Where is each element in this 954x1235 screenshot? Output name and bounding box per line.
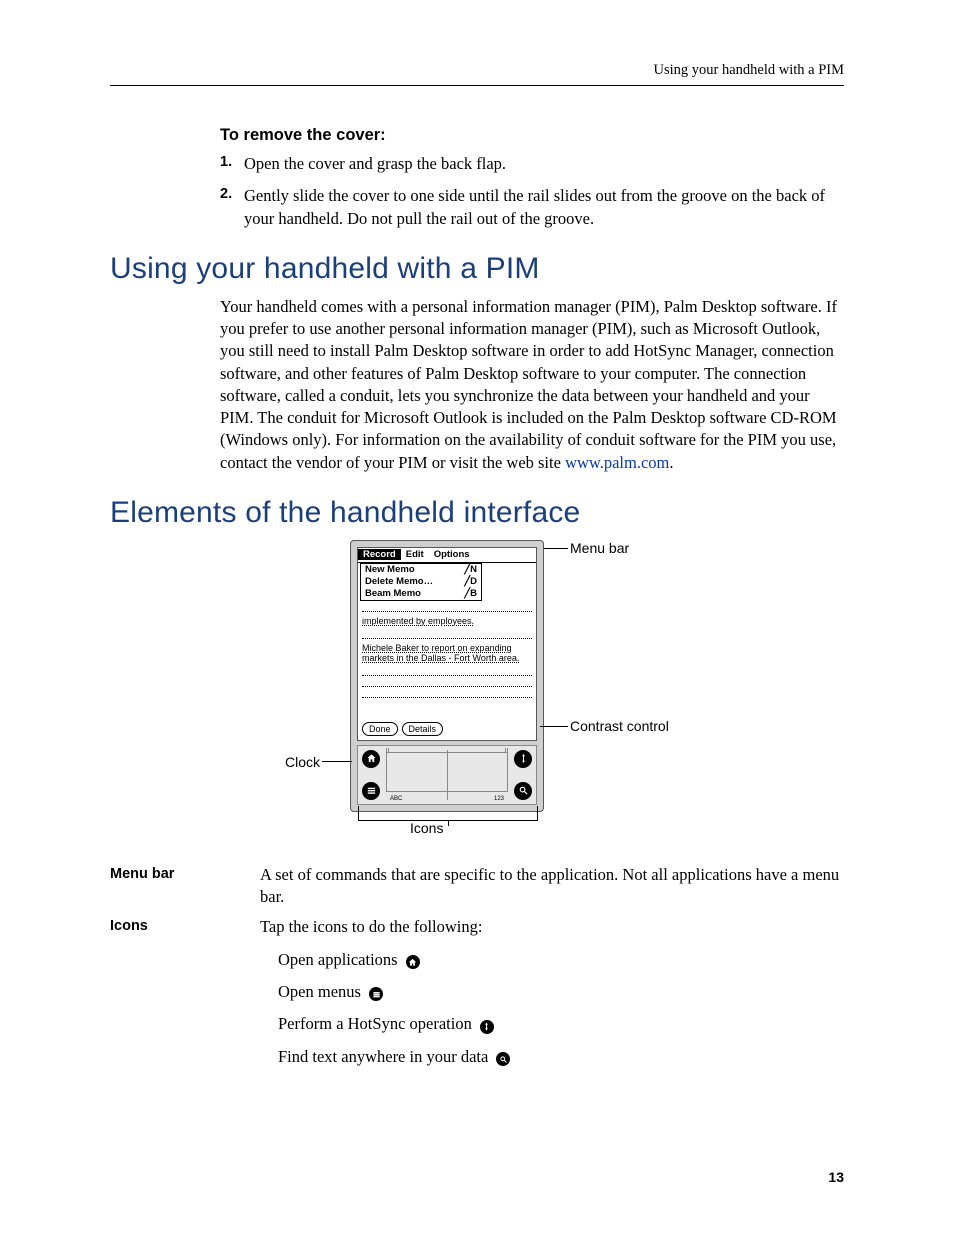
callout-icons: Icons [410, 820, 443, 837]
pim-body: Your handheld comes with a personal info… [220, 296, 844, 474]
details-button: Details [402, 722, 444, 736]
menu-edit: Edit [401, 549, 429, 560]
pim-body-end: . [669, 453, 673, 472]
palm-link[interactable]: www.palm.com [565, 453, 669, 472]
menu-options: Options [429, 549, 475, 560]
remove-cover-steps: Open the cover and grasp the back flap. … [220, 153, 844, 230]
dd-cmd-2: ╱B [464, 588, 477, 600]
menu-icon [362, 782, 380, 800]
term-menubar: Menu bar [110, 864, 260, 882]
icon-action-open-apps: Open applications [278, 949, 844, 971]
graffiti-123: 123 [494, 796, 504, 802]
graffiti-abc: ABC [390, 796, 402, 802]
hotsync-icon-inline [480, 1020, 494, 1034]
home-icon-inline [406, 955, 420, 969]
icon-action-3-text: Find text anywhere in your data [278, 1047, 488, 1066]
icons-bracket [358, 806, 538, 821]
term-icons: Icons [110, 916, 260, 934]
home-icon [362, 750, 380, 768]
section-pim-title: Using your handheld with a PIM [110, 252, 844, 286]
icon-action-open-menus: Open menus [278, 981, 844, 1003]
icon-action-0-text: Open applications [278, 950, 398, 969]
record-dropdown: New Memo ╱N Delete Memo… ╱D Beam Memo ╱B [360, 563, 482, 601]
step-2: Gently slide the cover to one side until… [220, 185, 844, 230]
find-icon-inline [496, 1052, 510, 1066]
to-remove-cover-heading: To remove the cover: [220, 126, 844, 145]
menu-icon-inline [369, 987, 383, 1001]
pim-body-text: Your handheld comes with a personal info… [220, 297, 837, 472]
done-button: Done [362, 722, 398, 736]
memo-line-1: implemented by employees. [362, 616, 474, 626]
dd-label-0: New Memo [365, 564, 415, 576]
page-number: 13 [828, 1169, 844, 1185]
section-elements-title: Elements of the handheld interface [110, 496, 844, 530]
dd-label-2: Beam Memo [365, 588, 421, 600]
step-1: Open the cover and grasp the back flap. [220, 153, 844, 175]
dd-cmd-0: ╱N [464, 564, 477, 576]
dd-cmd-2-key: B [470, 588, 477, 599]
dd-label-1: Delete Memo… [365, 576, 433, 588]
dd-cmd-0-key: N [470, 564, 477, 575]
icon-action-1-text: Open menus [278, 982, 361, 1001]
dd-cmd-1: ╱D [464, 576, 477, 588]
icon-action-find: Find text anywhere in your data [278, 1046, 844, 1068]
dropdown-beam-memo: Beam Memo ╱B [361, 588, 481, 600]
icon-action-hotsync: Perform a HotSync operation [278, 1013, 844, 1035]
memo-line-2: Michele Baker to report on expanding mar… [362, 643, 519, 663]
desc-icons: Tap the icons to do the following: [260, 917, 482, 936]
icon-action-2-text: Perform a HotSync operation [278, 1014, 472, 1033]
find-icon [514, 782, 532, 800]
menu-record: Record [358, 549, 401, 560]
header-rule [110, 85, 844, 86]
callout-clock: Clock [260, 754, 320, 771]
menu-bar: Record Edit Options [358, 548, 536, 563]
dropdown-delete-memo: Delete Memo… ╱D [361, 576, 481, 588]
callout-menubar: Menu bar [570, 540, 629, 557]
hotsync-icon [514, 750, 532, 768]
interface-diagram: Record Edit Options New Memo ╱N Delete M… [260, 540, 740, 840]
definition-list: Menu bar A set of commands that are spec… [110, 864, 844, 1068]
dd-cmd-1-key: D [470, 576, 477, 587]
dropdown-new-memo: New Memo ╱N [361, 564, 481, 576]
desc-menubar: A set of commands that are specific to t… [260, 864, 844, 909]
device-screen: Record Edit Options New Memo ╱N Delete M… [357, 547, 537, 741]
device-outline: Record Edit Options New Memo ╱N Delete M… [350, 540, 544, 812]
callout-contrast: Contrast control [570, 718, 669, 735]
running-header: Using your handheld with a PIM [110, 62, 844, 79]
graffiti-area: ABC 123 [357, 745, 537, 805]
